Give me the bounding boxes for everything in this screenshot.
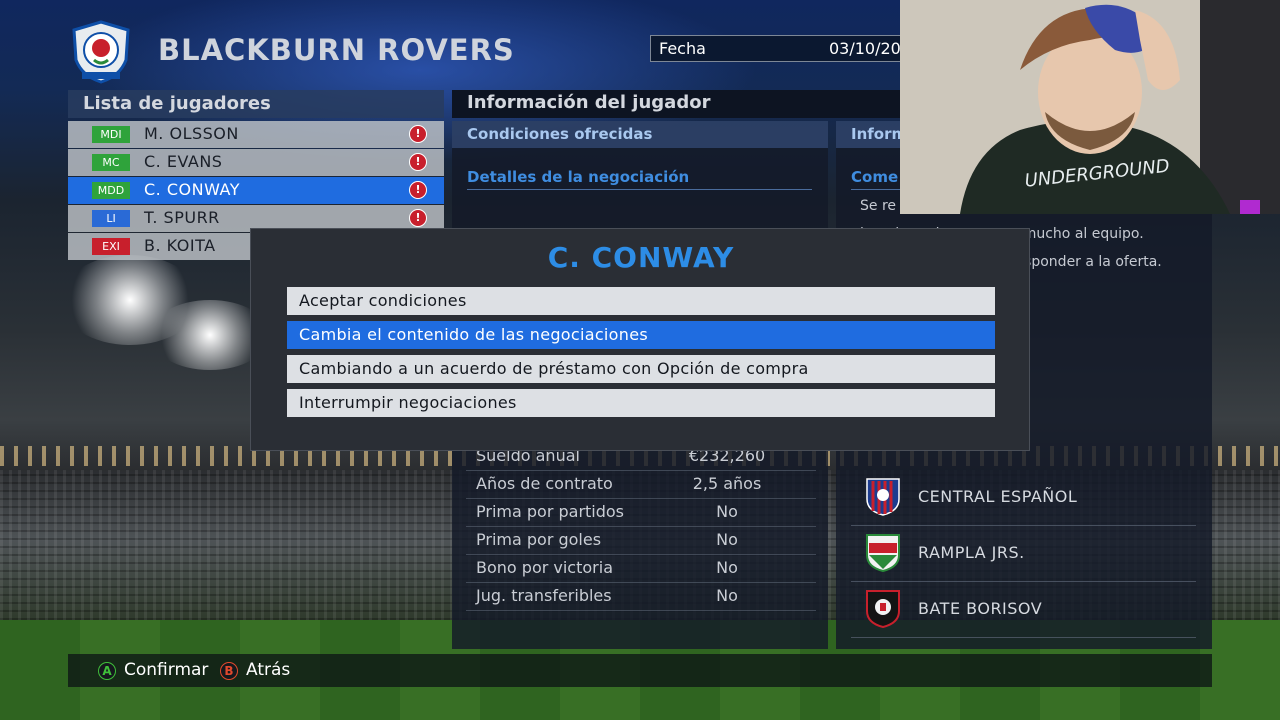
- date-box: Fecha 03/10/20: [650, 35, 910, 62]
- contract-label: Prima por partidos: [476, 502, 625, 521]
- contract-value: 2,5 años: [692, 474, 762, 493]
- player-info-header: Información del jugador: [452, 90, 912, 118]
- option-label: Cambia el contenido de las negociaciones: [299, 325, 648, 344]
- position-badge: LI: [92, 210, 130, 227]
- player-name: B. KOITA: [144, 236, 216, 255]
- club-name: CENTRAL ESPAÑOL: [918, 487, 1078, 506]
- option-label: Cambiando a un acuerdo de préstamo con O…: [299, 359, 809, 378]
- team-name: BLACKBURN ROVERS: [158, 33, 515, 67]
- alert-icon: !: [409, 125, 427, 143]
- club-row-rampla: RAMPLA JRS.: [851, 525, 1196, 582]
- date-value: 03/10/20: [829, 39, 901, 58]
- player-list-header: Lista de jugadores: [68, 90, 444, 118]
- alert-icon: !: [409, 181, 427, 199]
- player-list-title: Lista de jugadores: [83, 93, 271, 114]
- back-label[interactable]: Atrás: [246, 660, 290, 680]
- alert-icon: !: [409, 209, 427, 227]
- b-button-icon: B: [220, 662, 238, 680]
- webcam-overlay: UNDERGROUND: [900, 0, 1280, 214]
- position-badge: MC: [92, 154, 130, 171]
- contract-row: Prima por partidos No: [466, 498, 816, 527]
- interest-title: Inform: [851, 125, 908, 143]
- date-label: Fecha: [659, 39, 706, 58]
- player-row-olsson[interactable]: MDI M. OLSSON !: [68, 121, 444, 148]
- contract-label: Bono por victoria: [476, 558, 613, 577]
- contract-value: No: [716, 502, 738, 521]
- option-label: Interrumpir negociaciones: [299, 393, 517, 412]
- option-label: Aceptar condiciones: [299, 291, 467, 310]
- player-info-title: Información del jugador: [467, 92, 711, 113]
- option-accept-conditions[interactable]: Aceptar condiciones: [287, 287, 995, 315]
- player-name: C. CONWAY: [144, 180, 240, 199]
- negotiation-options-dialog: C. CONWAY Aceptar condiciones Cambia el …: [250, 228, 1030, 451]
- option-stop-negotiation[interactable]: Interrumpir negociaciones: [287, 389, 995, 417]
- position-badge: MDI: [92, 126, 130, 143]
- contract-value: No: [716, 530, 738, 549]
- contract-row: Años de contrato 2,5 años: [466, 470, 816, 499]
- position-badge: EXI: [92, 238, 130, 255]
- contract-row: Bono por victoria No: [466, 554, 816, 583]
- bate-crest-icon: [865, 589, 901, 629]
- contract-row: Jug. transferibles No: [466, 582, 816, 611]
- club-row-bate: BATE BORISOV: [851, 581, 1196, 638]
- contract-label: Prima por goles: [476, 530, 602, 549]
- rampla-crest-icon: [865, 533, 901, 573]
- alert-icon: !: [409, 153, 427, 171]
- contract-label: Jug. transferibles: [476, 586, 612, 605]
- position-badge: MDD: [92, 182, 130, 199]
- comment-title: Come: [851, 168, 899, 186]
- team-crest: [70, 20, 132, 84]
- button-prompt-bar: A Confirmar B Atrás: [68, 654, 1212, 687]
- club-name: BATE BORISOV: [918, 599, 1043, 618]
- contract-label: Años de contrato: [476, 474, 613, 493]
- player-row-evans[interactable]: MC C. EVANS !: [68, 149, 444, 176]
- player-name: C. EVANS: [144, 152, 223, 171]
- club-name: RAMPLA JRS.: [918, 543, 1025, 562]
- option-change-negotiation[interactable]: Cambia el contenido de las negociaciones: [287, 321, 995, 349]
- contract-value: No: [716, 586, 738, 605]
- player-name: M. OLSSON: [144, 124, 239, 143]
- option-loan-with-buy-option[interactable]: Cambiando a un acuerdo de préstamo con O…: [287, 355, 995, 383]
- conditions-header: Condiciones ofrecidas: [452, 121, 828, 148]
- player-name: T. SPURR: [144, 208, 220, 227]
- contract-row: Prima por goles No: [466, 526, 816, 555]
- dialog-title: C. CONWAY: [547, 241, 735, 274]
- club-row-central-espanol: CENTRAL ESPAÑOL: [851, 469, 1196, 526]
- conditions-title: Condiciones ofrecidas: [467, 125, 653, 143]
- central-espanol-crest-icon: [865, 477, 901, 517]
- player-row-conway[interactable]: MDD C. CONWAY !: [68, 177, 444, 204]
- a-button-icon: A: [98, 662, 116, 680]
- confirm-label[interactable]: Confirmar: [124, 660, 208, 680]
- negotiation-details-header: Detalles de la negociación: [467, 167, 812, 190]
- negotiation-details-title: Detalles de la negociación: [467, 168, 690, 186]
- contract-value: No: [716, 558, 738, 577]
